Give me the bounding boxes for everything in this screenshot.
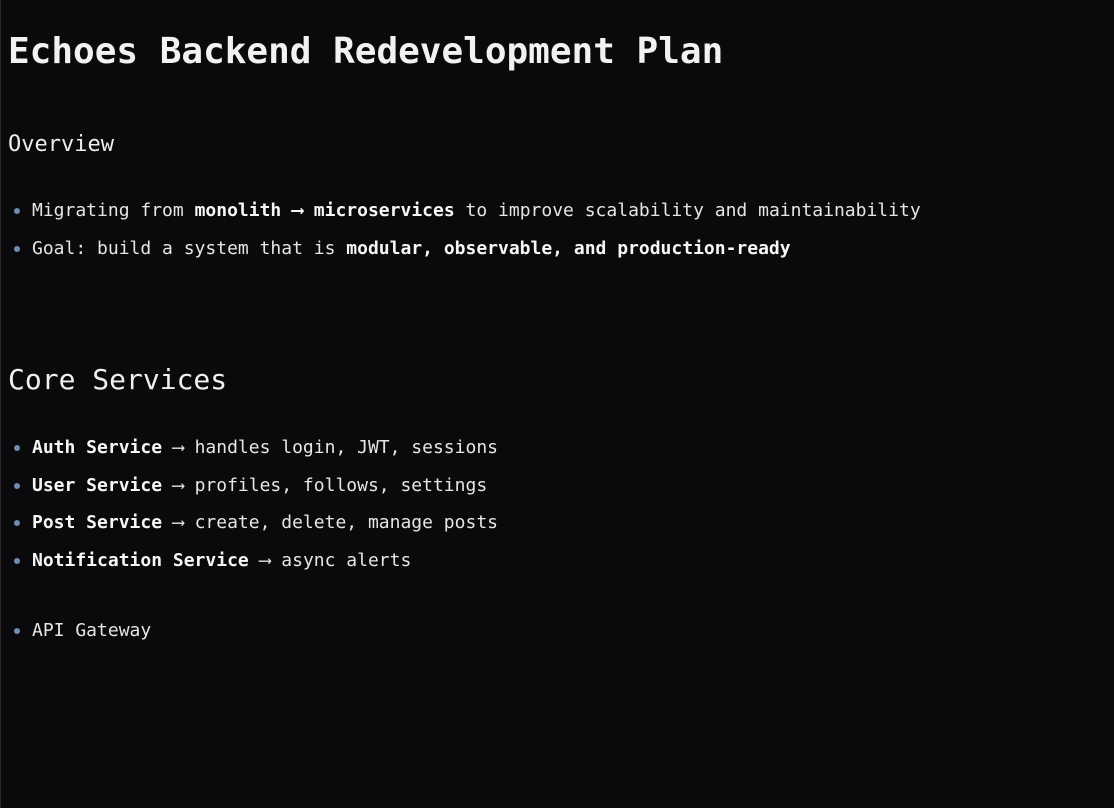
service-description: async alerts — [281, 549, 412, 571]
services-list: Auth Service ⟶ handles login, JWT, sessi… — [8, 429, 498, 579]
arrow-text: ⟶ — [162, 512, 195, 533]
service-name: Auth Service — [32, 437, 163, 458]
list-item: Goal: build a system that is modular, ob… — [8, 230, 921, 268]
page-title: Echoes Backend Redevelopment Plan — [8, 31, 724, 72]
left-border — [0, 0, 1, 808]
list-item: Post Service ⟶ create, delete, manage po… — [8, 504, 498, 542]
item-text: Goal: build a system that is — [32, 237, 347, 259]
item-bold-text: modular, observable, and production-read… — [346, 237, 791, 259]
service-description: create, delete, manage posts — [194, 512, 498, 533]
service-description: profiles, follows, settings — [194, 474, 488, 496]
list-item: Migrating from monolith ⟶ microservices … — [8, 192, 921, 230]
arrow-text: ⟶ — [162, 474, 195, 496]
core-services-heading: Core Services — [8, 363, 228, 396]
service-name: User Service — [32, 474, 163, 496]
item-text: to improve scalability and maintainabili… — [454, 200, 921, 221]
item-bold-text: monolith — [194, 200, 282, 221]
arrow-text: ⟶ — [162, 437, 195, 458]
list-item: User Service ⟶ profiles, follows, settin… — [8, 467, 498, 505]
overview-heading: Overview — [8, 132, 114, 157]
service-name: Notification Service — [32, 549, 249, 571]
overview-list: Migrating from monolith ⟶ microservices … — [8, 192, 921, 267]
arrow-text: ⟶ — [248, 549, 282, 571]
service-name: Post Service — [32, 512, 163, 533]
item-text: API Gateway — [32, 620, 152, 641]
item-text: Migrating from — [32, 200, 195, 221]
gateway-list: API Gateway — [8, 612, 151, 650]
arrow-text: ⟶ — [281, 200, 314, 221]
list-item: Notification Service ⟶ async alerts — [8, 542, 498, 580]
list-item: Auth Service ⟶ handles login, JWT, sessi… — [8, 429, 498, 467]
list-item: API Gateway — [8, 612, 151, 650]
service-description: handles login, JWT, sessions — [194, 437, 498, 458]
item-bold-text: microservices — [313, 200, 455, 221]
